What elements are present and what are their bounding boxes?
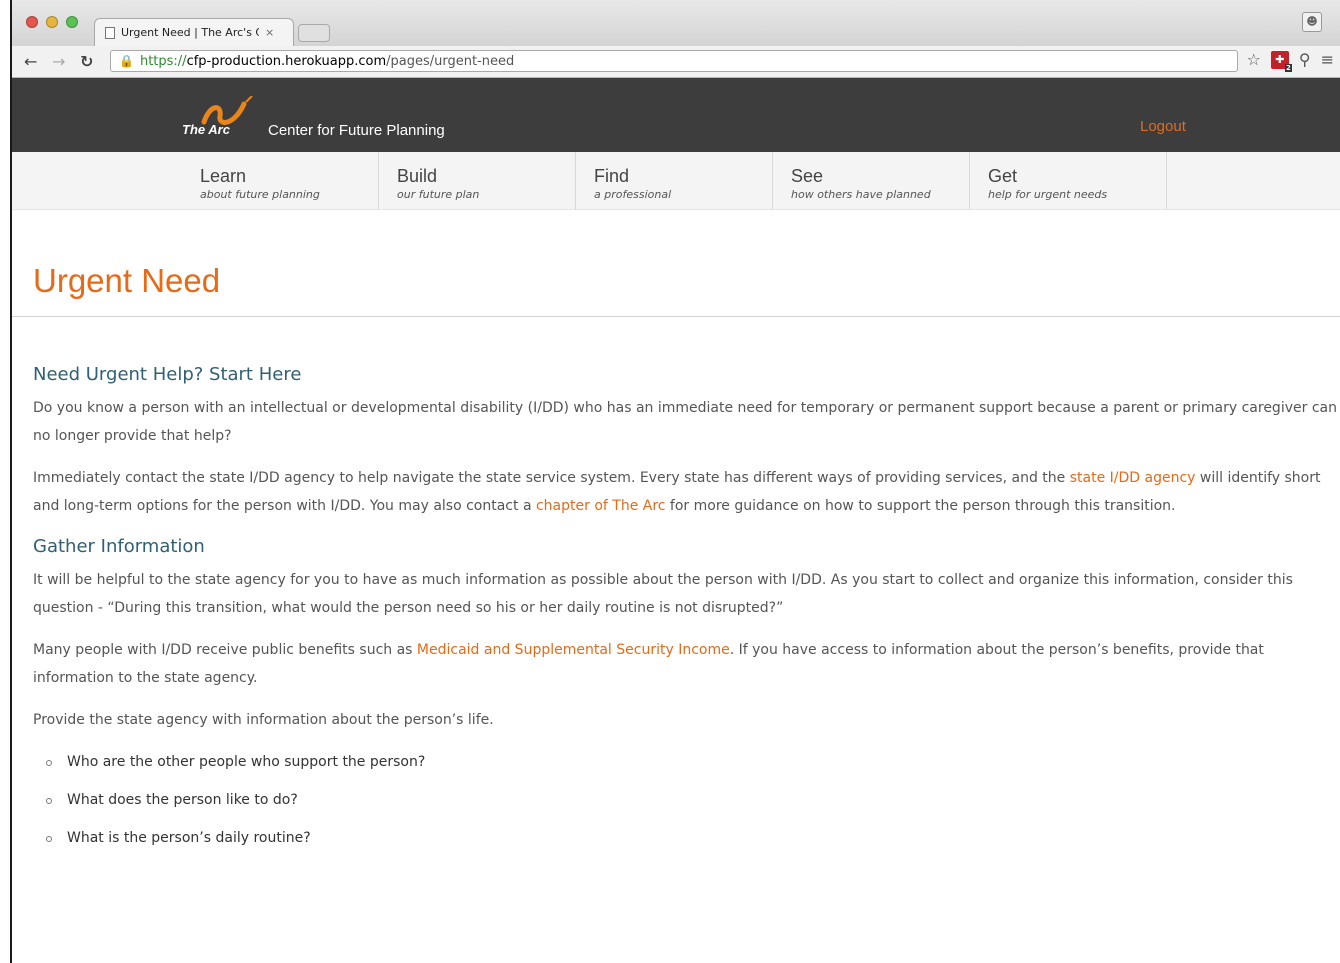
paragraph-text: for more guidance on how to support the … [665, 498, 1176, 514]
logout-link[interactable]: Logout [1140, 118, 1186, 135]
extension-badge: 2 [1285, 63, 1292, 72]
state-agency-link[interactable]: state I/DD agency [1070, 470, 1196, 486]
address-bar[interactable]: 🔒 https://cfp-production.herokuapp.com/p… [110, 50, 1238, 72]
minimize-window-button[interactable] [46, 16, 58, 28]
url-path: /pages/urgent-need [386, 53, 515, 69]
nav-item-learn[interactable]: Learn about future planning [182, 152, 379, 210]
zoom-window-button[interactable] [66, 16, 78, 28]
nav-item-find[interactable]: Find a professional [576, 152, 773, 210]
browser-toolbar: ← → ↻ 🔒 https://cfp-production.herokuapp… [12, 46, 1340, 78]
close-window-button[interactable] [26, 16, 38, 28]
title-divider [12, 316, 1340, 317]
url-scheme: https:// [139, 53, 187, 69]
page-title: Urgent Need [33, 262, 221, 299]
page-icon [105, 26, 115, 39]
nav-item-see[interactable]: See how others have planned [773, 152, 970, 210]
paragraph: Do you know a person with an intellectua… [33, 400, 1337, 444]
main-nav: Learn about future planning Build our fu… [12, 152, 1340, 210]
site-header: The Arc Center for Future Planning Logou… [12, 78, 1340, 152]
nav-item-build[interactable]: Build our future plan [379, 152, 576, 210]
info-list: Who are the other people who support the… [33, 748, 1338, 852]
tab-close-icon[interactable]: × [265, 26, 274, 39]
paragraph: Many people with I/DD receive public ben… [33, 636, 1338, 692]
toolbar-actions: ☆ ✚ 2 ⚲ ≡ [1247, 50, 1340, 72]
nav-sublabel: how others have planned [791, 188, 931, 201]
forward-arrow-icon[interactable]: → [52, 52, 65, 71]
benefits-link[interactable]: Medicaid and Supplemental Security Incom… [417, 642, 730, 658]
paragraph: Immediately contact the state I/DD agenc… [33, 464, 1338, 520]
nav-sublabel: a professional [594, 188, 672, 201]
list-item: What does the person like to do? [33, 786, 1338, 814]
nav-label: Find [594, 166, 630, 186]
nav-sublabel: our future plan [397, 188, 480, 201]
tab-title: Urgent Need | The Arc's C [121, 26, 259, 39]
bookmark-star-icon[interactable]: ☆ [1247, 50, 1261, 69]
browser-tab[interactable]: Urgent Need | The Arc's C × [94, 18, 294, 46]
nav-sublabel: help for urgent needs [988, 188, 1108, 201]
nav-label: Get [988, 166, 1018, 186]
url-host: cfp-production.herokuapp.com [186, 53, 387, 69]
title-bar: Urgent Need | The Arc's C × ☻ [12, 0, 1340, 46]
page-content: Need Urgent Help? Start Here Do you know… [33, 362, 1338, 862]
search-icon[interactable]: ⚲ [1299, 50, 1311, 69]
paragraph-text: Many people with I/DD receive public ben… [33, 642, 417, 658]
paragraph: It will be helpful to the state agency f… [33, 572, 1293, 616]
paragraph-text: Immediately contact the state I/DD agenc… [33, 470, 1070, 486]
reload-icon[interactable]: ↻ [80, 52, 93, 71]
chapter-link[interactable]: chapter of The Arc [536, 498, 666, 514]
browser-window: Urgent Need | The Arc's C × ☻ ← → ↻ 🔒 ht… [10, 0, 1340, 963]
nav-label: Learn [200, 166, 247, 186]
profile-icon[interactable]: ☻ [1302, 12, 1322, 32]
site-title[interactable]: Center for Future Planning [268, 122, 445, 139]
lock-icon: 🔒 [119, 54, 134, 68]
menu-icon[interactable]: ≡ [1321, 50, 1334, 69]
nav-item-get[interactable]: Get help for urgent needs [970, 152, 1167, 210]
window-controls [26, 16, 78, 28]
section-heading-urgent-help: Need Urgent Help? Start Here [33, 364, 302, 385]
list-item: Who are the other people who support the… [33, 748, 1338, 776]
nav-label: See [791, 166, 824, 186]
nav-label: Build [397, 166, 438, 186]
section-heading-gather-information: Gather Information [33, 536, 205, 557]
list-item: What is the person’s daily routine? [33, 824, 1338, 852]
back-arrow-icon[interactable]: ← [24, 52, 37, 71]
nav-sublabel: about future planning [200, 188, 320, 201]
paragraph: Provide the state agency with informatio… [33, 712, 494, 728]
extension-icon[interactable]: ✚ 2 [1270, 50, 1292, 72]
logo-text: The Arc [182, 122, 230, 137]
new-tab-button[interactable] [298, 24, 330, 42]
